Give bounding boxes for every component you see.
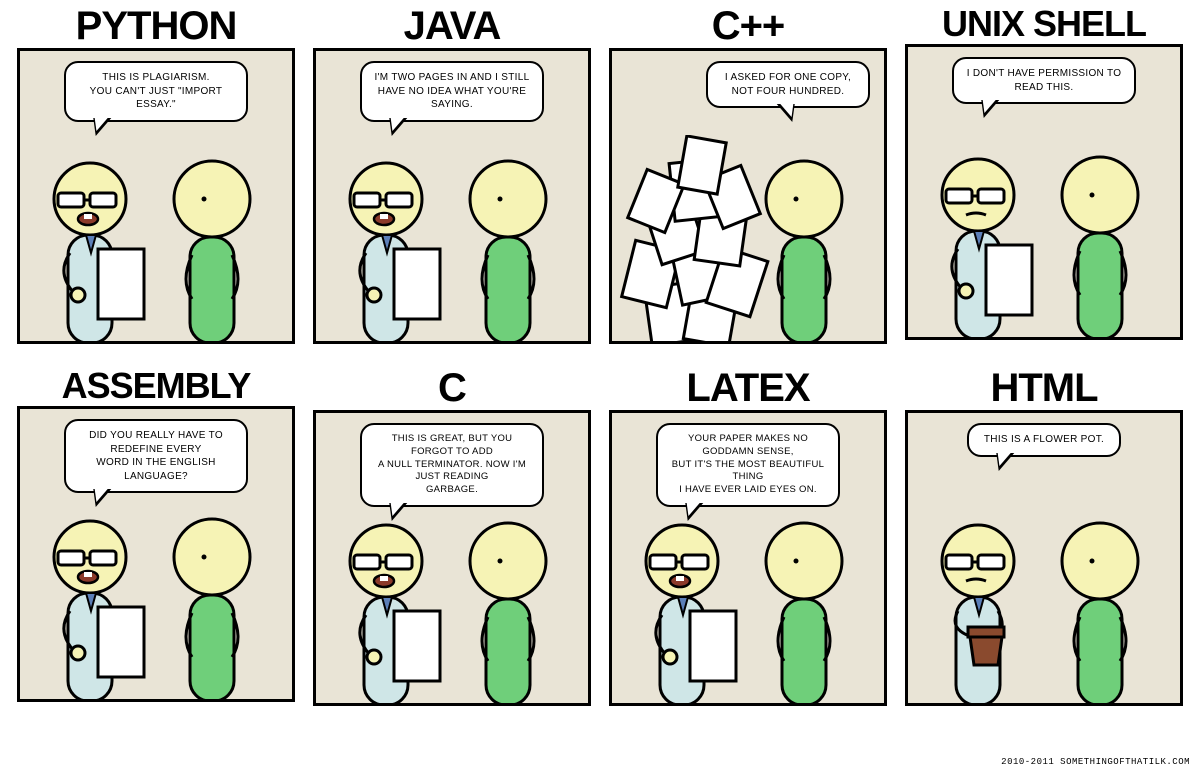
panel-title: PYTHON bbox=[76, 6, 237, 46]
panel-frame: THIS IS A FLOWER POT. bbox=[905, 410, 1183, 706]
panel-cpp: C++ I ASKED FOR ONE COPY,NOT FOUR HUNDRE… bbox=[606, 0, 890, 344]
speech-bubble: DID YOU REALLY HAVE TO REDEFINE EVERYWOR… bbox=[64, 419, 248, 493]
speech-bubble: THIS IS PLAGIARISM.YOU CAN'T JUST "IMPOR… bbox=[64, 61, 248, 122]
scene bbox=[612, 513, 884, 703]
panel-title: UNIX SHELL bbox=[942, 6, 1146, 42]
teacher-character bbox=[40, 153, 160, 343]
student-character bbox=[754, 515, 854, 705]
panel-frame: I ASKED FOR ONE COPY,NOT FOUR HUNDRED. bbox=[609, 48, 887, 344]
comic-row-2: ASSEMBLY DID YOU REALLY HAVE TO REDEFINE… bbox=[0, 344, 1200, 706]
teacher-character bbox=[336, 515, 456, 705]
speech-bubble: YOUR PAPER MAKES NO GODDAMN SENSE,BUT IT… bbox=[656, 423, 840, 507]
panel-title: LATEX bbox=[686, 368, 809, 408]
student-character bbox=[162, 153, 262, 343]
student-character bbox=[162, 511, 262, 701]
student-character bbox=[1050, 515, 1150, 705]
speech-bubble: I'M TWO PAGES IN AND I STILLHAVE NO IDEA… bbox=[360, 61, 544, 122]
scene bbox=[908, 513, 1180, 703]
teacher-character bbox=[632, 515, 752, 705]
panel-frame: YOUR PAPER MAKES NO GODDAMN SENSE,BUT IT… bbox=[609, 410, 887, 706]
panel-c: C THIS IS GREAT, BUT YOU FORGOT TO ADDA … bbox=[310, 344, 594, 706]
panel-latex: LATEX YOUR PAPER MAKES NO GODDAMN SENSE,… bbox=[606, 344, 890, 706]
panel-title: HTML bbox=[990, 368, 1097, 408]
scene bbox=[908, 147, 1180, 337]
panel-title: C++ bbox=[712, 6, 785, 46]
student-character bbox=[754, 153, 854, 343]
speech-bubble: I DON'T HAVE PERMISSION TOREAD THIS. bbox=[952, 57, 1136, 104]
panel-python: PYTHON THIS IS PLAGIARISM.YOU CAN'T JUST… bbox=[14, 0, 298, 344]
student-character bbox=[1050, 149, 1150, 339]
panel-frame: THIS IS GREAT, BUT YOU FORGOT TO ADDA NU… bbox=[313, 410, 591, 706]
speech-bubble: THIS IS A FLOWER POT. bbox=[967, 423, 1121, 457]
comic-grid: PYTHON THIS IS PLAGIARISM.YOU CAN'T JUST… bbox=[0, 0, 1200, 769]
panel-frame: I'M TWO PAGES IN AND I STILLHAVE NO IDEA… bbox=[313, 48, 591, 344]
scene bbox=[20, 509, 292, 699]
teacher-with-flowerpot bbox=[928, 515, 1048, 705]
panel-frame: I DON'T HAVE PERMISSION TOREAD THIS. bbox=[905, 44, 1183, 340]
panel-frame: DID YOU REALLY HAVE TO REDEFINE EVERYWOR… bbox=[17, 406, 295, 702]
scene bbox=[316, 513, 588, 703]
panel-assembly: ASSEMBLY DID YOU REALLY HAVE TO REDEFINE… bbox=[14, 344, 298, 706]
panel-title: ASSEMBLY bbox=[62, 368, 251, 404]
teacher-character bbox=[336, 153, 456, 343]
panel-frame: THIS IS PLAGIARISM.YOU CAN'T JUST "IMPOR… bbox=[17, 48, 295, 344]
student-character bbox=[458, 515, 558, 705]
panel-title: C bbox=[438, 368, 466, 408]
student-character bbox=[458, 153, 558, 343]
panel-html: HTML THIS IS A FLOWER POT. bbox=[902, 344, 1186, 706]
speech-bubble: I ASKED FOR ONE COPY,NOT FOUR HUNDRED. bbox=[706, 61, 870, 108]
teacher-character bbox=[40, 511, 160, 701]
attribution-text: 2010-2011 SOMETHINGOFTHATILK.COM bbox=[1001, 757, 1190, 767]
panel-title: JAVA bbox=[404, 6, 501, 46]
panel-unix: UNIX SHELL I DON'T HAVE PERMISSION TOREA… bbox=[902, 0, 1186, 344]
panel-java: JAVA I'M TWO PAGES IN AND I STILLHAVE NO… bbox=[310, 0, 594, 344]
scene bbox=[20, 151, 292, 341]
comic-row-1: PYTHON THIS IS PLAGIARISM.YOU CAN'T JUST… bbox=[0, 0, 1200, 344]
speech-bubble: THIS IS GREAT, BUT YOU FORGOT TO ADDA NU… bbox=[360, 423, 544, 507]
teacher-character bbox=[928, 149, 1048, 339]
flower-pot-icon bbox=[968, 627, 1004, 665]
scene bbox=[612, 151, 884, 341]
scene bbox=[316, 151, 588, 341]
